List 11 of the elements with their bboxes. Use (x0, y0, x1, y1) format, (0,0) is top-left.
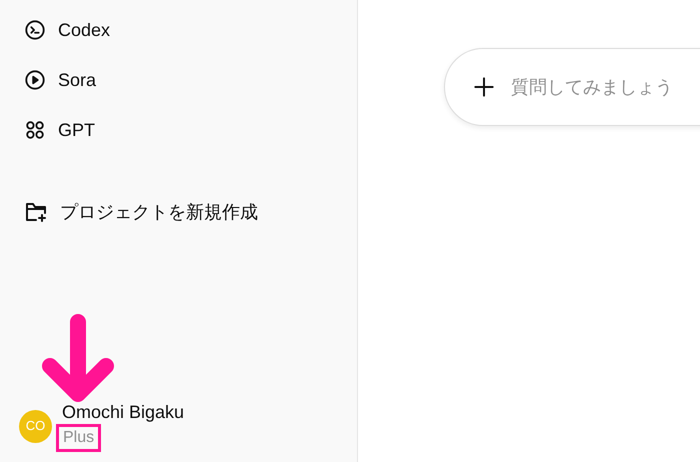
terminal-icon (24, 19, 46, 41)
folder-plus-icon (24, 201, 48, 223)
sidebar-item[interactable]: Sora (14, 58, 343, 102)
message-field[interactable]: 質問してみましょう (511, 74, 700, 100)
sidebar-item[interactable]: GPT (14, 108, 343, 152)
grid-icon (24, 119, 46, 141)
user-name: Omochi Bigaku (62, 401, 184, 424)
plan-label: Plus (56, 424, 102, 452)
play-icon (24, 69, 46, 91)
sidebar-item[interactable]: Codex (14, 8, 343, 52)
new-project-item[interactable]: プロジェクトを新規作成 (14, 190, 343, 234)
